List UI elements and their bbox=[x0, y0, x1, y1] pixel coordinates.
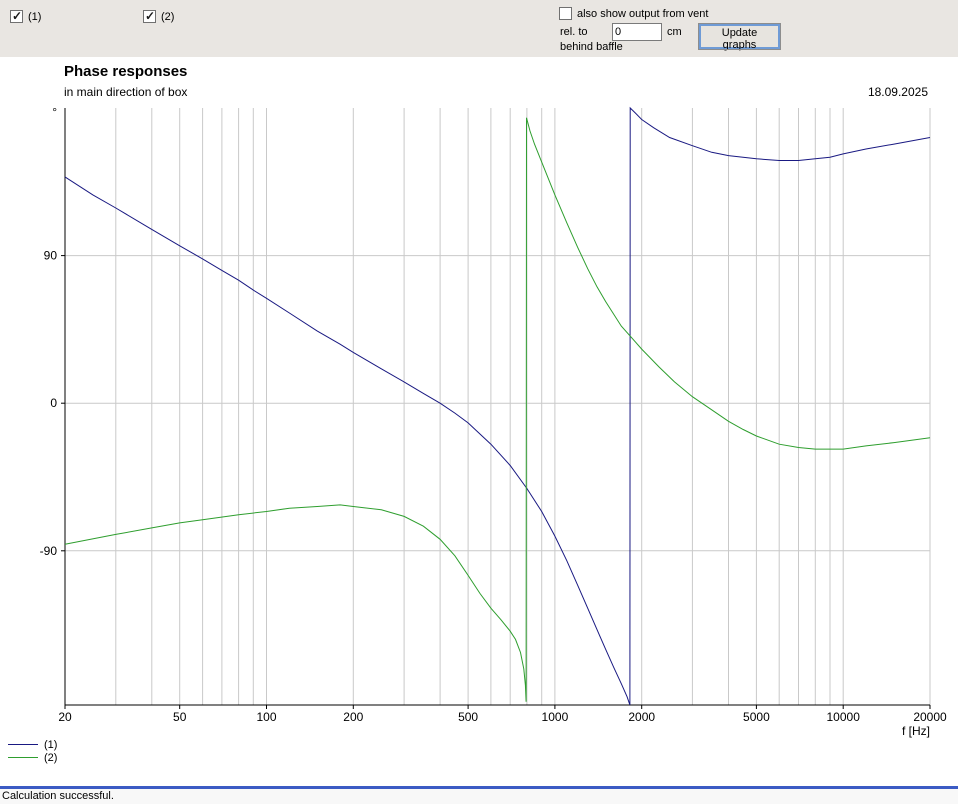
status-bar: Calculation successful. bbox=[0, 789, 958, 804]
curve1-checkbox-box[interactable] bbox=[10, 9, 23, 23]
chart-legend: (1) (2) bbox=[8, 738, 57, 764]
cm-unit-label: cm bbox=[667, 26, 682, 38]
curve2-checkbox[interactable]: (2) bbox=[143, 9, 175, 23]
svg-text:200: 200 bbox=[343, 710, 363, 724]
svg-text:1000: 1000 bbox=[542, 710, 569, 724]
svg-text:2000: 2000 bbox=[628, 710, 655, 724]
update-graphs-button[interactable]: Update graphs bbox=[698, 23, 781, 51]
svg-text:0: 0 bbox=[50, 396, 57, 410]
svg-text:50: 50 bbox=[173, 710, 187, 724]
svg-text:°: ° bbox=[52, 105, 57, 119]
toolbar: (1) (2) also show output from vent rel. … bbox=[0, 0, 958, 57]
legend-line-curve2 bbox=[8, 757, 38, 758]
vent-output-checkbox-label: also show output from vent bbox=[577, 7, 709, 20]
curve2-checkbox-label: (2) bbox=[161, 10, 175, 23]
curve1-checkbox[interactable]: (1) bbox=[10, 9, 42, 23]
legend-label-curve1: (1) bbox=[44, 738, 58, 751]
legend-line-curve1 bbox=[8, 744, 38, 745]
svg-text:20: 20 bbox=[58, 710, 72, 724]
curve1-checkbox-label: (1) bbox=[28, 10, 42, 23]
vent-output-checkbox-box[interactable] bbox=[559, 7, 572, 20]
legend-label-curve2: (2) bbox=[44, 751, 58, 764]
vent-output-checkbox[interactable]: also show output from vent bbox=[559, 7, 708, 20]
status-text: Calculation successful. bbox=[2, 790, 114, 802]
svg-text:90: 90 bbox=[44, 249, 58, 263]
vent-distance-input[interactable] bbox=[612, 23, 662, 41]
curve2-checkbox-box[interactable] bbox=[143, 9, 156, 23]
rel-to-label: rel. to bbox=[560, 26, 588, 38]
svg-text:100: 100 bbox=[256, 710, 276, 724]
svg-text:-90: -90 bbox=[40, 544, 58, 558]
svg-text:5000: 5000 bbox=[743, 710, 770, 724]
chart-title: Phase responses bbox=[64, 63, 188, 80]
chart-panel: 20 50 100 200 500 1000 2000 5000 10000 20000 90 0 -9… bbox=[0, 57, 958, 786]
svg-text:10000: 10000 bbox=[827, 710, 861, 724]
legend-item-curve1: (1) bbox=[8, 738, 57, 751]
legend-item-curve2: (2) bbox=[8, 751, 57, 764]
svg-text:20000: 20000 bbox=[913, 710, 947, 724]
chart-subtitle: in main direction of box bbox=[64, 85, 188, 99]
svg-text:f [Hz]: f [Hz] bbox=[902, 724, 930, 738]
phase-response-chart: 20 50 100 200 500 1000 2000 5000 10000 20000 90 0 -9… bbox=[40, 105, 947, 738]
svg-text:500: 500 bbox=[458, 710, 478, 724]
chart-date: 18.09.2025 bbox=[867, 85, 928, 99]
behind-baffle-label: behind baffle bbox=[560, 41, 623, 53]
